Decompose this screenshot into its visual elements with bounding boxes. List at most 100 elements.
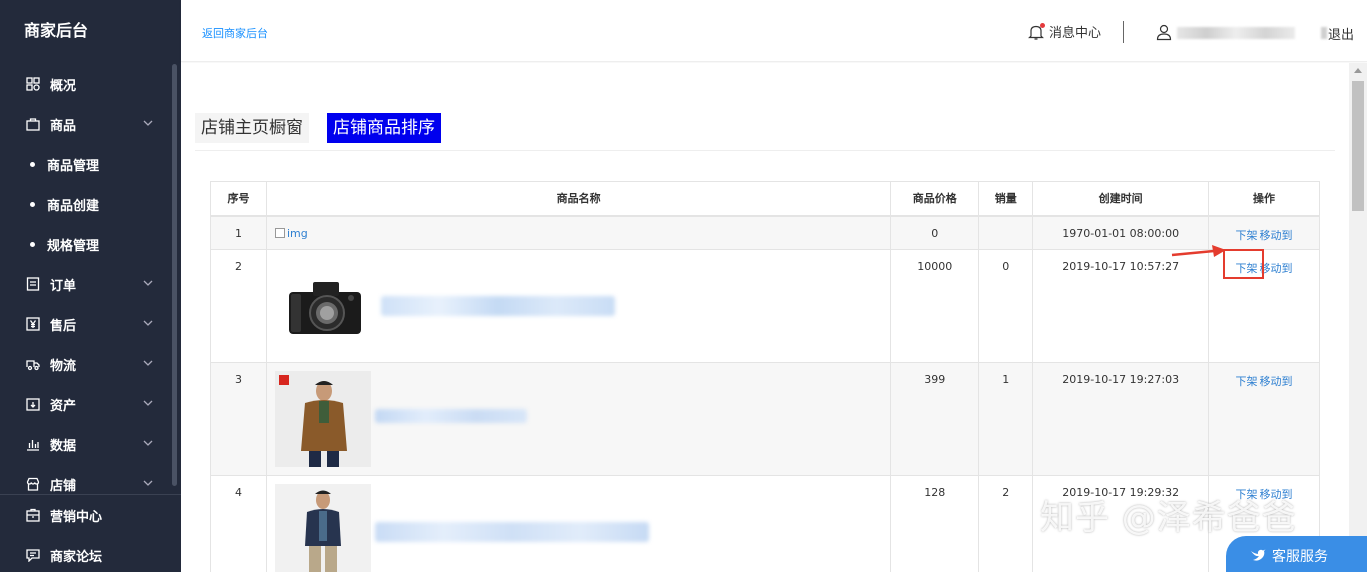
move-to-link[interactable]: 移动到: [1260, 262, 1293, 275]
truck-icon: [26, 357, 40, 371]
marketing-icon: [26, 508, 40, 522]
message-center-label: 消息中心: [1049, 26, 1102, 41]
message-center-button[interactable]: 消息中心: [1027, 22, 1101, 41]
broken-image: img: [274, 226, 308, 240]
sidebar-item-store[interactable]: 店铺: [0, 464, 174, 494]
redacted-mark: [1321, 27, 1327, 39]
sidebar-item-aftersale[interactable]: 售后: [0, 304, 174, 344]
camera-product-image[interactable]: [287, 280, 363, 336]
column-header: 操作: [1208, 181, 1320, 217]
sidebar-item-label: 商品管理: [47, 158, 100, 174]
jacket-product-image[interactable]: [274, 371, 371, 467]
chevron-down-icon: [143, 120, 153, 126]
scroll-up-arrow-icon[interactable]: [1354, 68, 1362, 73]
divider: [1123, 21, 1124, 43]
customer-service-label: 客服服务: [1272, 549, 1328, 565]
sidebar-item-label: 规格管理: [47, 238, 100, 254]
column-header: 销量: [978, 181, 1034, 217]
grid-icon: [26, 77, 40, 91]
column-header: 序号: [210, 181, 267, 217]
username-blurred[interactable]: [1177, 27, 1295, 39]
row-index: 3: [210, 362, 267, 476]
tab-store-showcase[interactable]: 店铺主页橱窗: [195, 113, 309, 143]
bird-icon: [1251, 549, 1266, 561]
bullet-icon: [30, 161, 35, 167]
table-row: 3 399 1 2019-10-17 19:27:03 下架 移动到: [210, 362, 1320, 476]
sidebar-item-data[interactable]: 数据: [0, 424, 174, 464]
sidebar-item-label: 物流: [50, 358, 77, 374]
table-row: 2 10000 0 2019-10-17 10:57:27 下架 移动到: [210, 249, 1320, 363]
column-header: 商品名称: [265, 181, 892, 217]
table-row: 1 img 0 1970-01-01 08:00:00 下架 移动到: [210, 215, 1320, 250]
product-name-blurred[interactable]: [374, 409, 527, 423]
bar-chart-icon: [26, 437, 40, 451]
app-title: 商家后台: [24, 21, 89, 40]
highlight-box-annotation: [1223, 249, 1264, 279]
chevron-down-icon: [143, 280, 153, 286]
tab-store-goods-sort[interactable]: 店铺商品排序: [327, 113, 441, 143]
bag-icon: [26, 117, 40, 131]
unshelve-link[interactable]: 下架: [1236, 229, 1258, 242]
sidebar-item-orders[interactable]: 订单: [0, 264, 174, 304]
sidebar-item-label: 商品创建: [47, 198, 100, 214]
notification-dot: [1040, 22, 1045, 28]
sidebar-bottom: 营销中心 商家论坛: [0, 494, 181, 572]
product-price: 0: [890, 215, 980, 250]
sidebar-item-assets[interactable]: 资产: [0, 384, 174, 424]
product-price: 399: [890, 362, 980, 476]
sidebar-item-marketing[interactable]: 营销中心: [0, 495, 181, 535]
back-to-backend-link[interactable]: 返回商家后台: [202, 25, 268, 41]
customer-service-button[interactable]: 客服服务: [1226, 536, 1367, 572]
sidebar-item-goods[interactable]: 商品: [0, 104, 174, 144]
sidebar-item-forum[interactable]: 商家论坛: [0, 535, 181, 572]
column-header: 商品价格: [890, 181, 980, 217]
unshelve-link[interactable]: 下架: [1236, 375, 1258, 388]
sidebar-scrollbar[interactable]: [172, 64, 177, 486]
yen-icon: [26, 317, 40, 331]
forum-icon: [26, 548, 40, 562]
image-alt-text: img: [286, 226, 308, 240]
logout-link[interactable]: 退出: [1328, 24, 1354, 43]
tab-bar: 店铺主页橱窗 店铺商品排序: [195, 113, 459, 143]
sidebar-item-label: 概况: [50, 78, 77, 94]
chevron-down-icon: [143, 480, 153, 486]
move-to-link[interactable]: 移动到: [1260, 229, 1293, 242]
product-name-blurred[interactable]: [380, 296, 615, 316]
bullet-icon: [30, 241, 35, 247]
watermark: 知乎 @泽希爸爸: [1040, 498, 1297, 538]
chevron-down-icon: [143, 360, 153, 366]
page-scrollbar[interactable]: [1349, 63, 1367, 572]
sidebar-item-label: 店铺: [50, 478, 77, 494]
product-name-cell: [265, 362, 892, 476]
bullet-icon: [30, 201, 35, 207]
row-index: 1: [210, 215, 267, 250]
tab-underline: [195, 150, 1335, 151]
row-index: 4: [210, 475, 267, 572]
product-name-cell: [265, 249, 892, 363]
product-name-blurred[interactable]: [374, 522, 649, 542]
sidebar-item-logistics[interactable]: 物流: [0, 344, 174, 384]
broken-image-icon: [274, 228, 285, 238]
chevron-down-icon: [143, 440, 153, 446]
chevron-down-icon: [143, 320, 153, 326]
operations-cell: 下架 移动到: [1208, 362, 1320, 476]
scrollbar-thumb[interactable]: [1352, 81, 1364, 211]
topbar: 返回商家后台 消息中心 退出: [181, 0, 1367, 62]
sidebar-item-label: 商品: [50, 118, 77, 134]
sidebar-item-goods-create[interactable]: 商品创建: [0, 184, 174, 224]
sidebar-item-label: 商家论坛: [50, 549, 103, 565]
row-index: 2: [210, 249, 267, 363]
user-icon: [1155, 23, 1173, 41]
move-to-link[interactable]: 移动到: [1260, 375, 1293, 388]
sidebar-item-label: 资产: [50, 398, 77, 414]
sidebar: 商家后台 概况 商品 商品管理 商品创建 规格管理 订单 售后 物流 资产 数据…: [0, 0, 181, 572]
bell-icon: [1027, 22, 1045, 41]
sidebar-item-overview[interactable]: 概况: [0, 64, 174, 104]
created-time: 2019-10-17 19:27:03: [1032, 362, 1210, 476]
sidebar-item-spec-manage[interactable]: 规格管理: [0, 224, 174, 264]
sidebar-item-label: 售后: [50, 318, 77, 334]
outfit-product-image[interactable]: [274, 484, 371, 572]
product-sales: 2: [978, 475, 1034, 572]
sidebar-item-goods-manage[interactable]: 商品管理: [0, 144, 174, 184]
sidebar-menu: 概况 商品 商品管理 商品创建 规格管理 订单 售后 物流 资产 数据 店铺: [0, 64, 174, 494]
